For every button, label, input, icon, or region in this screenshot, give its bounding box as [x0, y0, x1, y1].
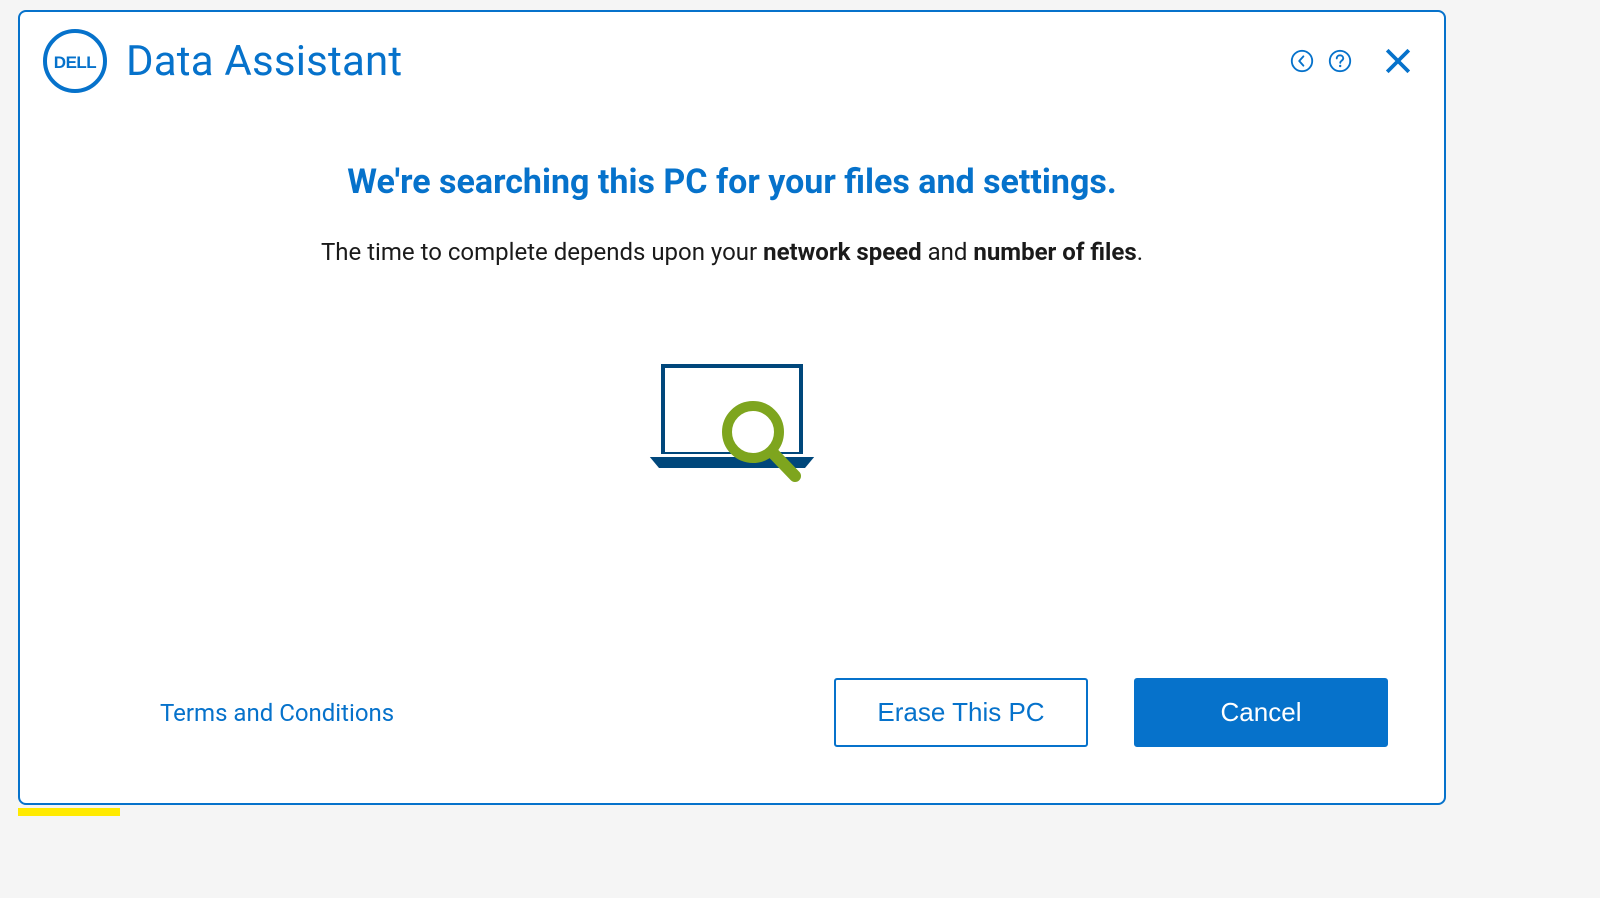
app-title: Data Assistant [126, 37, 402, 86]
subtext-prefix: The time to complete depends upon your [321, 238, 763, 266]
title-right [1288, 43, 1416, 79]
svg-text:DELL: DELL [54, 53, 97, 72]
close-icon[interactable] [1380, 43, 1416, 79]
terms-and-conditions-link[interactable]: Terms and Conditions [160, 699, 394, 727]
subtext-mid: and [922, 238, 974, 266]
laptop-search-illustration-icon [647, 362, 817, 486]
title-left: DELL Data Assistant [42, 28, 402, 94]
bottom-bar: Terms and Conditions Erase This PC Cance… [20, 678, 1444, 803]
back-icon[interactable] [1288, 47, 1316, 75]
subtext-bold1: network speed [763, 238, 922, 266]
dell-logo-icon: DELL [42, 28, 108, 94]
title-bar: DELL Data Assistant [20, 12, 1444, 102]
subtext-suffix: . [1137, 238, 1143, 266]
erase-this-pc-button[interactable]: Erase This PC [834, 678, 1088, 747]
button-group: Erase This PC Cancel [834, 678, 1388, 747]
subtext: The time to complete depends upon your n… [321, 238, 1143, 266]
subtext-bold2: number of files [973, 238, 1136, 266]
headline-text: We're searching this PC for your files a… [347, 162, 1116, 202]
data-assistant-dialog: DELL Data Assistant [18, 10, 1446, 805]
content-area: We're searching this PC for your files a… [20, 102, 1444, 678]
cancel-button[interactable]: Cancel [1134, 678, 1388, 747]
yellow-highlight [18, 808, 120, 816]
help-icon[interactable] [1326, 47, 1354, 75]
